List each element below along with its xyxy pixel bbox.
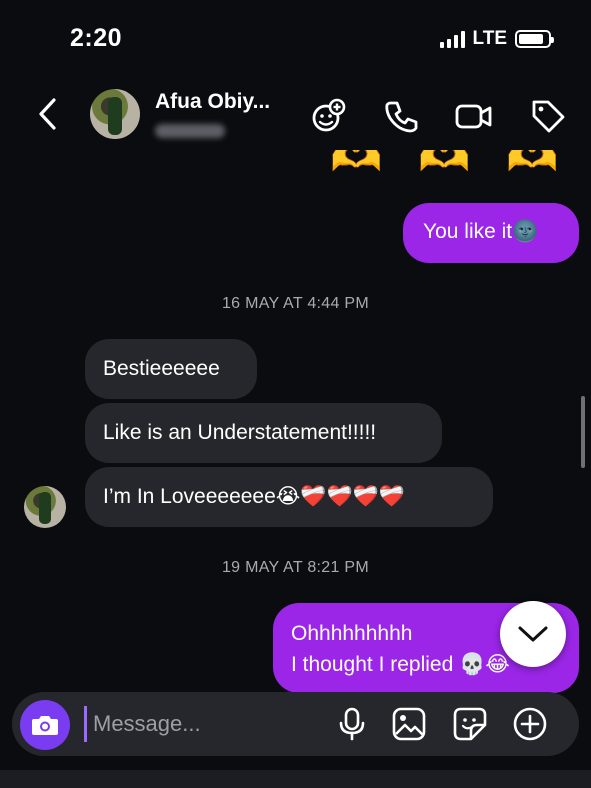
camera-icon [32, 716, 58, 735]
message-composer [12, 692, 579, 756]
back-icon[interactable] [34, 94, 64, 134]
chevron-down-icon [518, 626, 548, 642]
phone-icon[interactable] [382, 96, 422, 136]
battery-icon [515, 30, 554, 48]
gallery-icon[interactable] [391, 706, 427, 742]
microphone-icon[interactable] [334, 706, 370, 742]
contact-avatar[interactable] [90, 89, 140, 139]
received-message-bubble[interactable]: Bestieeeeee [85, 339, 257, 399]
scrollbar[interactable] [581, 396, 585, 468]
signal-icon [439, 30, 465, 48]
tag-icon[interactable] [528, 96, 568, 136]
sent-message-bubble[interactable]: You like it🌚 [403, 203, 579, 263]
status-indicators: LTE [439, 28, 554, 50]
message-text: Like is an Understatement!!!!! [103, 421, 377, 444]
message-timestamp: 16 MAY AT 4:44 PM [221, 295, 370, 312]
emoji-reaction: 🫶 [418, 150, 471, 180]
contact-name[interactable]: Afua Obiy... [155, 90, 270, 114]
plus-icon[interactable] [512, 706, 548, 742]
status-time: 2:20 [70, 24, 123, 52]
message-timestamp: 19 MAY AT 8:21 PM [221, 559, 370, 576]
status-bar: 2:20 LTE [0, 0, 591, 78]
bottom-bar [0, 770, 591, 788]
message-text: Bestieeeeee [103, 357, 220, 380]
sticker-icon[interactable] [452, 706, 488, 742]
sender-avatar[interactable] [24, 486, 66, 528]
video-icon[interactable] [454, 96, 494, 136]
received-message-bubble[interactable]: Like is an Understatement!!!!! [85, 403, 442, 463]
scroll-to-bottom-button[interactable] [500, 601, 566, 667]
emoji-reaction: 🫶 [506, 150, 559, 180]
camera-button[interactable] [20, 700, 70, 750]
message-text: You like it🌚 [423, 220, 539, 243]
contact-handle: ms_ab [155, 124, 225, 138]
chat-header: Afua Obiy... ms_ab [0, 78, 591, 156]
received-message-bubble[interactable]: I’m In Loveeeeeee😭❤️‍🩹❤️‍🩹❤️‍🩹❤️‍🩹 [85, 467, 493, 527]
emoji-reaction: 🫶 [330, 150, 383, 180]
message-text: I’m In Loveeeeeee😭❤️‍🩹❤️‍🩹❤️‍🩹❤️‍🩹 [103, 485, 405, 508]
previous-emoji-message: 🫶 🫶 🫶 [330, 150, 562, 180]
add-people-icon[interactable] [308, 96, 348, 136]
message-input[interactable] [84, 706, 314, 742]
network-label: LTE [472, 28, 507, 49]
